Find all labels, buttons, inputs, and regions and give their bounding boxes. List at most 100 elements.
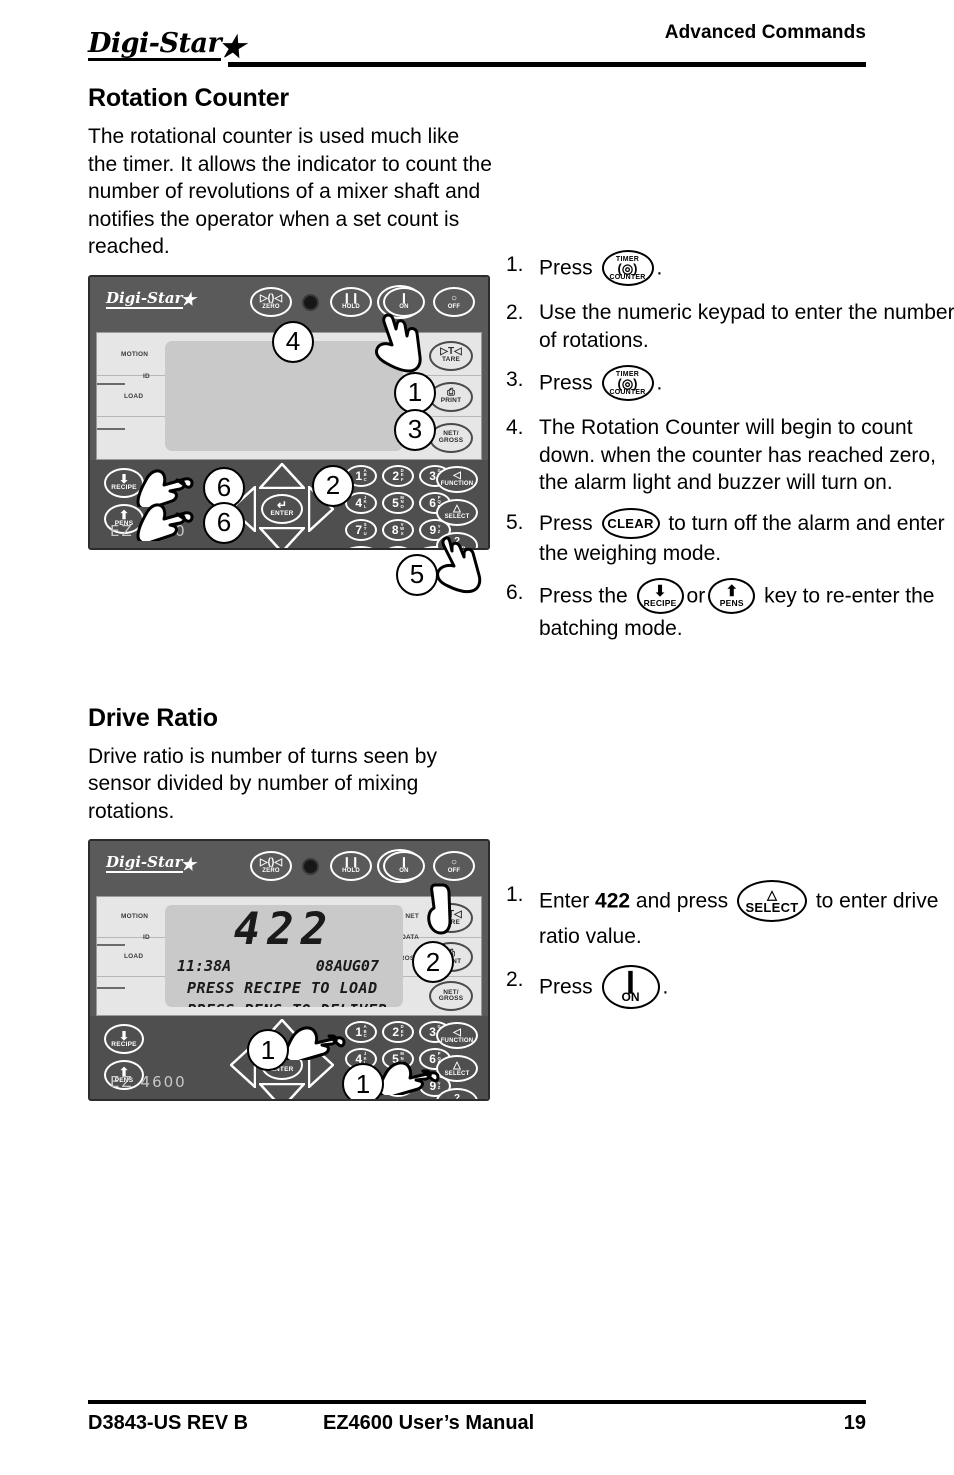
power-off-icon: ○ xyxy=(450,292,458,304)
key-8[interactable]: 8VWX xyxy=(382,518,414,541)
lcd-date: 08AUG07 xyxy=(315,957,379,975)
power-off-button[interactable]: ○ OFF xyxy=(433,286,475,317)
function-button[interactable]: ◁ FUNCTION xyxy=(436,465,478,493)
counter-label: COUNTER xyxy=(609,388,646,396)
hold-label: HOLD xyxy=(342,303,360,310)
tare-button[interactable]: ▷T◁ TARE xyxy=(429,340,473,371)
pens-label: PENS xyxy=(719,598,744,609)
key-letters: MNO xyxy=(400,494,404,509)
pens-icon: ⬆ xyxy=(725,583,739,601)
drive-ratio-left-column: Drive ratio is number of turns seen by s… xyxy=(88,743,498,1101)
select-label: SELECT xyxy=(745,899,799,915)
page-footer: D3843-US REV B EZ4600 User’s Manual 19 xyxy=(88,1400,866,1435)
digistar-logo: Digi-Star ★ xyxy=(88,28,245,65)
key-letters: VWX xyxy=(400,521,405,536)
recipe-key-glyph[interactable]: ⬇ RECIPE xyxy=(636,578,684,614)
step-number: 5. xyxy=(506,510,524,534)
zero-button[interactable]: ▷()◁ ZERO xyxy=(250,851,292,881)
step-4: 4. The Rotation Counter will begin to co… xyxy=(506,414,954,497)
device-logo: Digi-Star ★ xyxy=(106,855,196,873)
key-2[interactable]: 2DEF xyxy=(382,464,414,487)
key-digit: 9 xyxy=(429,522,437,537)
tare-label: TARE xyxy=(441,356,460,364)
callout-1-numkey: 1 xyxy=(342,1063,384,1099)
step-text-mid: and press xyxy=(630,889,734,913)
load-status-label: LOAD xyxy=(124,392,144,400)
function-label: FUNCTION xyxy=(440,481,474,487)
arrow-up-icon[interactable] xyxy=(259,462,305,489)
counter-label: COUNTER xyxy=(609,273,646,281)
net-gross-button[interactable]: NET/ GROSS xyxy=(429,981,473,1011)
key-7[interactable]: 7STU xyxy=(345,518,377,541)
bezel-tick xyxy=(97,987,125,989)
pointing-hand-icon xyxy=(436,535,482,593)
brand-text: Digi-Star xyxy=(88,28,222,61)
callout-2: 2 xyxy=(312,464,354,507)
step-number: 2. xyxy=(506,968,524,991)
zero-button[interactable]: ▷()◁ ZERO xyxy=(250,286,292,317)
clear-key-glyph[interactable]: CLEAR xyxy=(601,507,660,539)
select-button[interactable]: △ SELECT xyxy=(436,498,478,526)
step-text-end: . xyxy=(662,975,669,999)
indicator-diagram-drive-ratio: Digi-Star★ ▷()◁ ZERO ❙❙ HOLD TIMER (◎) xyxy=(88,839,490,1101)
select-label: SELECT xyxy=(444,1070,470,1077)
timer-counter-key-glyph[interactable]: TIMER (◎) COUNTER xyxy=(601,250,654,286)
key-digit: 2 xyxy=(392,468,400,483)
step-text-end: to turn off the alarm and enter the weig… xyxy=(539,511,945,565)
hold-button[interactable]: ❙❙ HOLD xyxy=(330,286,372,317)
lcd-display: 422 11:38A 08AUG07 PRESS RECIPE TO LOAD … xyxy=(165,905,403,1007)
arrow-down-icon[interactable] xyxy=(259,1083,305,1101)
recipe-icon: ⬇ xyxy=(118,1028,130,1043)
recipe-button[interactable]: ⬇ RECIPE xyxy=(104,1024,144,1054)
net-gross-label: NET/ GROSS xyxy=(438,430,464,444)
step-5: 5. Press CLEAR to turn off the alarm and… xyxy=(506,507,954,568)
step-1: 1. Enter 422 and press △ SELECT to enter … xyxy=(506,879,954,951)
star-icon: ★ xyxy=(218,29,245,65)
select-key-glyph[interactable]: △ SELECT xyxy=(736,879,807,922)
bezel-tick xyxy=(97,944,125,946)
data-status-label: DATA xyxy=(401,934,419,941)
step-6: 6. Press the ⬇ RECIPE or ⬆ PENS key to re-en… xyxy=(506,578,954,643)
select-button[interactable]: △ SELECT xyxy=(436,1055,478,1082)
power-off-icon: ○ xyxy=(450,857,458,868)
step-2: 2. Press ❙ ON. xyxy=(506,965,954,1010)
hold-button[interactable]: ❙❙ HOLD xyxy=(330,851,372,881)
step-number: 3. xyxy=(506,368,524,391)
drive-ratio-value: 422 xyxy=(595,889,631,913)
on-key-glyph[interactable]: ❙ ON xyxy=(601,965,660,1009)
key-digit: 2 xyxy=(392,1025,400,1039)
key-5[interactable]: 5MNO xyxy=(382,491,414,514)
rotation-counter-body: The rotational counter is used much like… xyxy=(88,125,492,258)
key-1[interactable]: 1ABC xyxy=(345,1021,377,1043)
arrow-down-icon[interactable] xyxy=(259,526,305,550)
function-button[interactable]: ◁ FUNCTION xyxy=(436,1022,478,1049)
timer-counter-key-glyph[interactable]: TIMER (◎) COUNTER xyxy=(601,365,654,401)
hold-icon: ❙❙ xyxy=(342,857,360,868)
hold-label: HOLD xyxy=(342,868,360,874)
net-gross-label: NET/ GROSS xyxy=(438,988,464,1002)
key-2[interactable]: 2DEF xyxy=(382,1021,414,1043)
rotation-counter-steps: 1. Press TIMER (◎) COUNTER. 2. Use the num… xyxy=(506,250,954,655)
key-letters: ABC xyxy=(363,467,367,482)
power-off-button[interactable]: ○ OFF xyxy=(433,851,475,881)
power-off-label: OFF xyxy=(447,303,461,310)
power-on-icon: ❙ xyxy=(399,292,409,304)
star-icon: ★ xyxy=(180,854,196,875)
key-digit: 3 xyxy=(429,1025,436,1039)
bezel-tick xyxy=(97,382,125,385)
key-letters: JKL xyxy=(363,494,367,509)
indicator-diagram-rotation-counter: Digi-Star★ ▷()◁ ZERO ❙❙ HOLD TIMER (◎) xyxy=(88,274,490,550)
recipe-label: RECIPE xyxy=(111,1040,137,1048)
power-on-button[interactable]: ❙ ON xyxy=(383,851,425,881)
footer-row: D3843-US REV B EZ4600 User’s Manual 19 xyxy=(88,1412,866,1435)
drive-ratio-body: Drive ratio is number of turns seen by s… xyxy=(88,744,437,823)
callout-3: 3 xyxy=(394,408,436,451)
drive-ratio-steps: 1. Enter 422 and press △ SELECT to enter … xyxy=(506,879,954,1023)
enter-label: ENTER xyxy=(270,509,294,517)
zero-label: ZERO xyxy=(262,868,280,874)
pens-key-glyph[interactable]: ⬆ PENS xyxy=(708,578,756,614)
pointing-hand-icon xyxy=(284,1026,346,1060)
section-rotation-counter: The rotational counter is used much like… xyxy=(88,123,954,640)
key-digit: 5 xyxy=(392,495,399,510)
enter-button[interactable]: ↵ ENTER xyxy=(261,493,303,524)
